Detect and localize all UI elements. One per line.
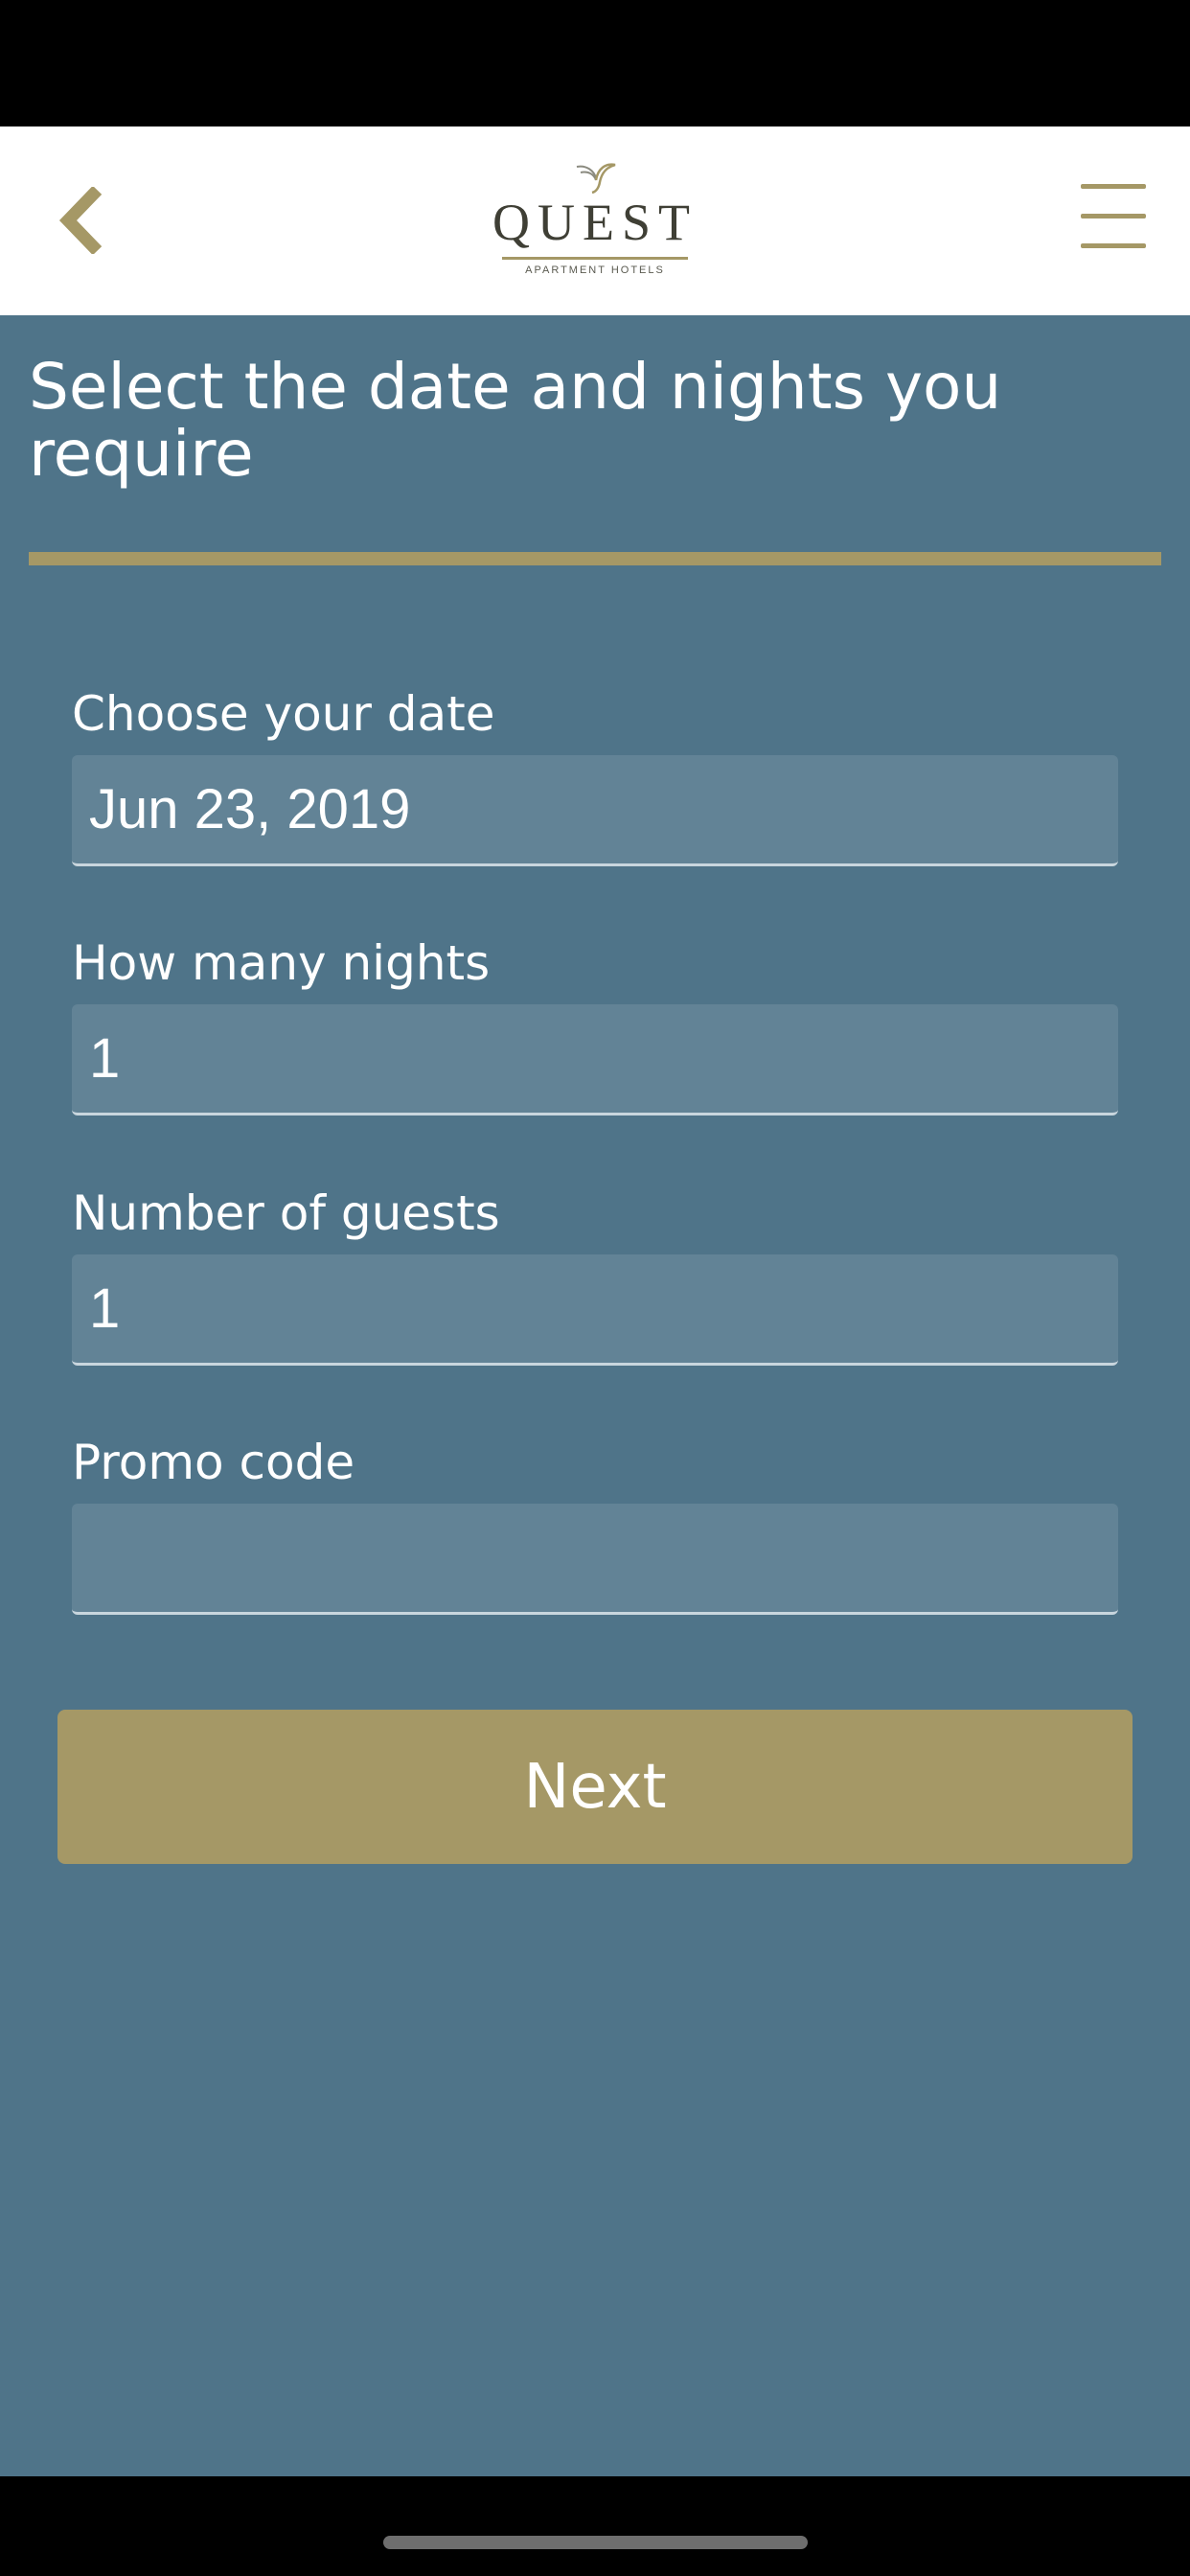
guests-input[interactable] — [72, 1254, 1118, 1366]
logo-wordmark: QUEST — [492, 194, 698, 251]
chevron-left-icon — [58, 187, 103, 254]
page-title: Select the date and nights you require — [29, 350, 1002, 491]
guests-label: Number of guests — [72, 1185, 500, 1241]
back-button[interactable] — [42, 182, 119, 259]
hamburger-menu-icon-line — [1081, 243, 1146, 248]
nights-label: How many nights — [72, 935, 491, 991]
quest-logo: QUEST APARTMENT HOTELS — [489, 159, 701, 284]
home-indicator[interactable] — [383, 2536, 808, 2549]
logo-subtitle: APARTMENT HOTELS — [525, 264, 665, 276]
status-bar — [0, 0, 1190, 126]
date-label: Choose your date — [72, 686, 495, 742]
bird-logo-icon — [576, 163, 616, 194]
title-divider — [29, 552, 1161, 565]
promo-code-input[interactable] — [72, 1504, 1118, 1615]
home-indicator-area — [0, 2476, 1190, 2576]
logo-rule — [502, 257, 688, 260]
promo-code-label: Promo code — [72, 1435, 355, 1490]
menu-button[interactable] — [1081, 184, 1146, 249]
hamburger-menu-icon — [1081, 184, 1146, 189]
nights-input[interactable] — [72, 1004, 1118, 1116]
next-button[interactable]: Next — [57, 1710, 1133, 1864]
booking-form: Select the date and nights you require C… — [0, 315, 1190, 2476]
date-input[interactable] — [72, 755, 1118, 866]
app-header: QUEST APARTMENT HOTELS — [0, 126, 1190, 315]
hamburger-menu-icon-line — [1081, 214, 1146, 218]
